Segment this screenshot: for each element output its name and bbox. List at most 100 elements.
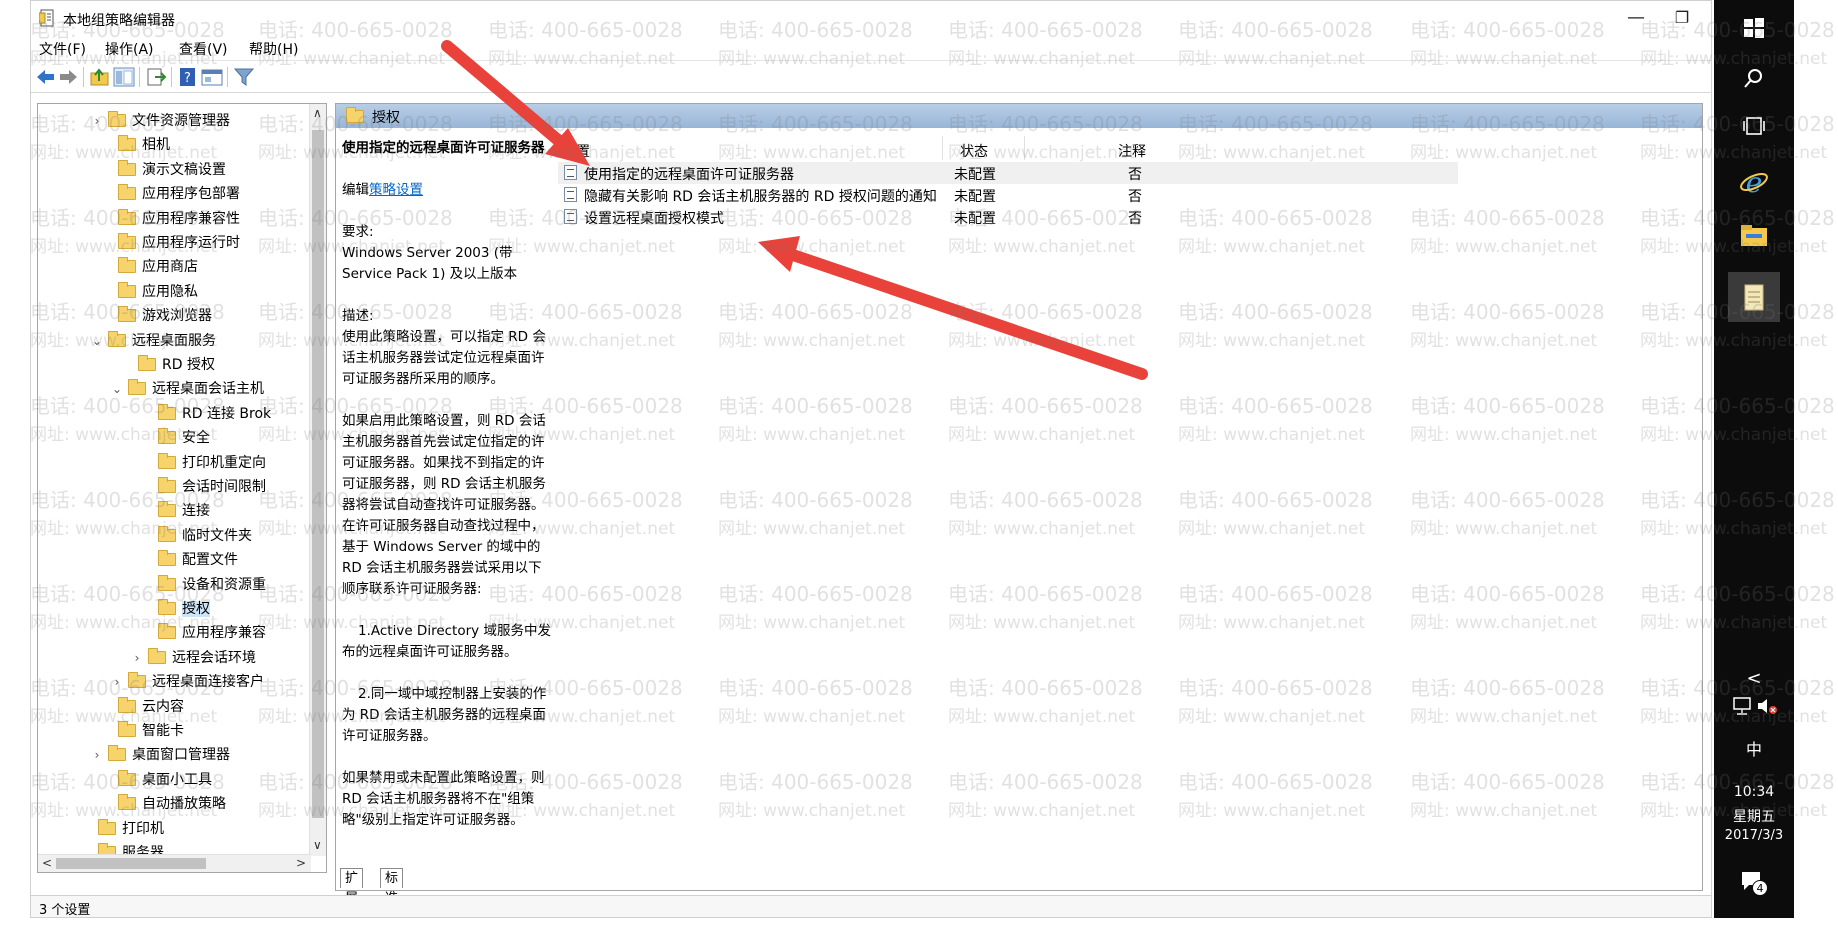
tree-item[interactable]: 配置文件 — [158, 549, 238, 571]
tree-item[interactable]: 应用程序包部署 — [118, 183, 240, 205]
tree-horizontal-scrollbar[interactable]: < > — [38, 854, 311, 872]
menu-view[interactable]: 查看(V) — [179, 39, 228, 59]
menu-bar: 文件(F) 操作(A) 查看(V) 帮助(H) — [31, 35, 1711, 61]
show-hide-tree-icon[interactable] — [113, 67, 135, 87]
column-header-comment[interactable]: 注释 — [1118, 141, 1146, 161]
settings-row[interactable]: 使用指定的远程桌面许可证服务器 未配置 否 — [558, 162, 1458, 184]
search-icon[interactable] — [1734, 58, 1774, 98]
title-bar[interactable]: 本地组策略编辑器 — ❐ ✕ — [31, 1, 1738, 35]
tree-item-label: 远程会话环境 — [172, 649, 256, 666]
tree-item-label: 打印机 — [122, 820, 164, 837]
settings-row[interactable]: 设置远程桌面授权模式 未配置 否 — [558, 206, 1458, 228]
tree-item[interactable]: › 文件资源管理器 — [95, 110, 230, 132]
tree-item[interactable]: 连接 — [158, 500, 210, 522]
menu-help[interactable]: 帮助(H) — [249, 39, 298, 59]
tree-item-label: 连接 — [182, 503, 210, 520]
expand-toggle-icon[interactable]: ⌄ — [90, 334, 104, 348]
tab-standard[interactable]: 标准 — [380, 868, 404, 906]
tree-item[interactable]: › 远程会话环境 — [135, 647, 256, 669]
tree-item[interactable]: 应用隐私 — [118, 281, 198, 303]
tree-item[interactable]: 临时文件夹 — [158, 525, 252, 547]
tree-item[interactable]: 会话时间限制 — [158, 476, 266, 498]
tree-item-label: 临时文件夹 — [182, 527, 252, 544]
expand-toggle-icon[interactable]: › — [90, 748, 104, 762]
tree-item[interactable]: 应用程序运行时 — [118, 232, 240, 254]
scrollbar-thumb[interactable] — [56, 858, 206, 869]
tray-expand-button[interactable]: < — [1714, 668, 1794, 689]
expand-toggle-icon[interactable]: › — [130, 651, 144, 665]
description-paragraph: 如果禁用或未配置此策略设置，则 RD 会话主机服务器将不在"组策略"级别上指定许… — [342, 770, 545, 828]
tree-item[interactable]: 自动播放策略 — [118, 793, 226, 815]
scroll-up-icon[interactable]: ∧ — [313, 106, 322, 120]
expand-toggle-icon[interactable]: › — [110, 675, 124, 689]
up-folder-icon[interactable] — [89, 67, 111, 87]
navigation-tree[interactable]: › 文件资源管理器 相机演示文稿设置 应用程序包部署 应用程序兼容性 应用程序运行时 应用商… — [37, 103, 327, 873]
column-divider[interactable] — [1024, 136, 1025, 160]
help-icon[interactable]: ? — [177, 67, 199, 87]
minimize-button[interactable]: — — [1613, 5, 1659, 31]
scrollbar-thumb[interactable] — [312, 130, 324, 818]
tree-item[interactable]: 打印机 — [98, 818, 164, 840]
tree-item[interactable]: 授权 — [158, 598, 210, 620]
tree-item[interactable]: RD 授权 — [138, 354, 215, 376]
volume-muted-icon[interactable] — [1756, 696, 1778, 716]
settings-row[interactable]: 隐藏有关影响 RD 会话主机服务器的 RD 授权问题的通知 未配置 否 — [558, 184, 1458, 206]
window-title: 本地组策略编辑器 — [63, 13, 175, 29]
setting-comment: 否 — [1128, 211, 1142, 227]
tree-item[interactable]: 桌面小工具 — [118, 769, 212, 791]
back-icon[interactable] — [35, 67, 57, 87]
tree-item[interactable]: 云内容 — [118, 696, 184, 718]
file-explorer-icon[interactable] — [1734, 216, 1774, 256]
tree-item[interactable]: 安全 — [158, 427, 210, 449]
tree-item[interactable]: 演示文稿设置 — [118, 159, 226, 181]
clock-weekday[interactable]: 星期五 — [1714, 806, 1794, 826]
tree-item[interactable]: 游戏浏览器 — [118, 305, 212, 327]
edit-policy-line: 编辑策略设置 — [342, 180, 554, 222]
tree-item[interactable]: 智能卡 — [118, 720, 184, 742]
expand-toggle-icon[interactable]: ⌄ — [110, 382, 124, 396]
scroll-left-icon[interactable]: < — [42, 856, 52, 870]
ie-browser-icon[interactable]: e — [1734, 162, 1774, 202]
tree-vertical-scrollbar[interactable]: ∧ ∨ — [309, 104, 326, 856]
tree-item[interactable]: › 桌面窗口管理器 — [95, 744, 230, 766]
setting-state: 未配置 — [954, 189, 996, 205]
task-view-icon[interactable] — [1734, 106, 1774, 146]
notepad-icon[interactable] — [1728, 272, 1780, 322]
tab-extended[interactable]: 扩展 — [340, 868, 364, 906]
windows-start-icon[interactable] — [1734, 8, 1774, 48]
forward-icon[interactable] — [57, 67, 79, 87]
tree-item[interactable]: 应用商店 — [118, 256, 198, 278]
clock-date[interactable]: 2017/3/3 — [1714, 828, 1794, 843]
ime-indicator[interactable]: 中 — [1714, 736, 1794, 760]
column-header-setting[interactable]: 设置 — [562, 141, 590, 161]
properties-icon[interactable] — [201, 67, 223, 87]
screenshot: 本地组策略编辑器 — ❐ ✕ 文件(F) 操作(A) 查看(V) 帮助(H) — [0, 0, 1838, 942]
filter-icon[interactable] — [233, 67, 255, 87]
network-icon[interactable] — [1732, 696, 1754, 716]
clock-time[interactable]: 10:34 — [1714, 784, 1794, 800]
expand-toggle-icon[interactable]: › — [90, 114, 104, 128]
tree-item[interactable]: 打印机重定向 — [158, 452, 266, 474]
folder-icon — [118, 257, 136, 274]
tree-item[interactable]: › 远程桌面连接客户 — [115, 671, 264, 693]
tree-item[interactable]: ⌄ 远程桌面会话主机 — [112, 378, 264, 400]
scroll-down-icon[interactable]: ∨ — [313, 838, 322, 852]
export-list-icon[interactable] — [145, 67, 167, 87]
tree-item[interactable]: 应用程序兼容性 — [118, 208, 240, 230]
column-divider[interactable] — [942, 136, 943, 160]
tree-item[interactable]: RD 连接 Brok — [158, 403, 271, 425]
restore-button[interactable]: ❐ — [1659, 5, 1705, 31]
column-header-state[interactable]: 状态 — [960, 141, 988, 161]
tree-item[interactable]: 相机 — [118, 134, 170, 156]
tree-item-label: 授权 — [182, 601, 210, 617]
menu-file[interactable]: 文件(F) — [39, 39, 86, 59]
tree-item[interactable]: ⌄ 远程桌面服务 — [92, 330, 216, 352]
tree-item[interactable]: 设备和资源重 — [158, 574, 266, 596]
action-center-icon[interactable]: 4 — [1740, 870, 1770, 898]
menu-action[interactable]: 操作(A) — [105, 39, 154, 59]
scroll-right-icon[interactable]: > — [296, 856, 306, 870]
policy-title: 使用指定的远程桌面许可证服务器 — [342, 140, 545, 156]
edit-policy-link[interactable]: 策略设置 — [369, 182, 423, 198]
folder-icon — [158, 403, 176, 420]
tree-item[interactable]: 应用程序兼容 — [158, 622, 266, 644]
